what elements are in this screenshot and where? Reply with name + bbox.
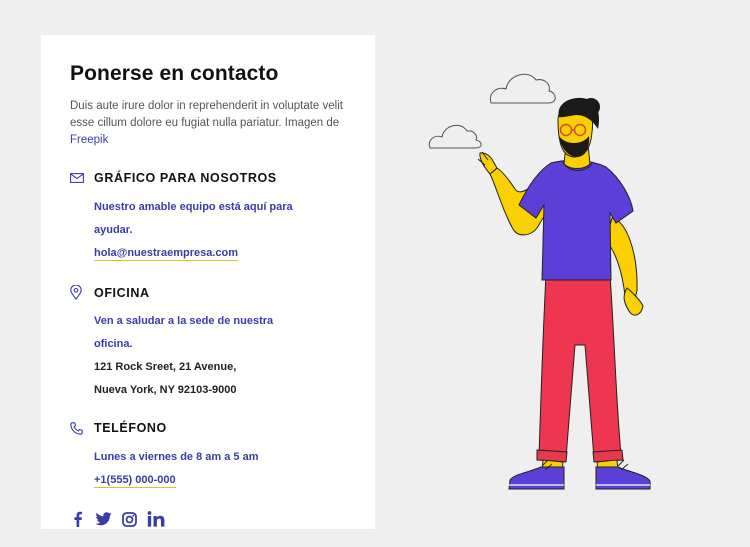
phone-icon <box>70 421 94 435</box>
twitter-icon[interactable] <box>95 512 112 526</box>
phone-section-header: TELÉFONO <box>70 421 167 435</box>
intro-paragraph: Duis aute irure dolor in reprehenderit i… <box>70 100 343 129</box>
facebook-icon[interactable] <box>71 511 85 527</box>
instagram-icon[interactable] <box>122 511 137 527</box>
graphic-line-2: ayudar. <box>94 224 133 236</box>
contact-card: Ponerse en contacto Duis aute irure dolo… <box>41 35 375 529</box>
phone-heading: TELÉFONO <box>94 421 167 435</box>
office-line-2: oficina. <box>94 338 133 350</box>
office-line-1: Ven a saludar a la sede de nuestra <box>94 315 274 327</box>
cloud-icon <box>428 73 556 149</box>
graphic-heading: GRÁFICO PARA NOSOTROS <box>94 171 277 185</box>
graphic-line-1: Nuestro amable equipo está aquí para <box>94 201 293 213</box>
phone-row: +1(555) 000-000 <box>94 474 354 488</box>
freepik-link[interactable]: Freepik <box>70 134 108 146</box>
address-line-2: Nueva York, NY 92103-9000 <box>94 384 237 396</box>
office-section-header: OFICINA <box>70 285 150 300</box>
person-illustration <box>420 60 670 505</box>
page-title: Ponerse en contacto <box>70 62 279 85</box>
graphic-section-header: GRÁFICO PARA NOSOTROS <box>70 171 277 185</box>
email-link[interactable]: hola@nuestraempresa.com <box>94 247 238 261</box>
address-line-1: 121 Rock Sreet, 21 Avenue, <box>94 361 237 373</box>
office-heading: OFICINA <box>94 285 150 300</box>
social-links <box>71 511 165 527</box>
intro-text: Duis aute irure dolor in reprehenderit i… <box>70 98 350 149</box>
linkedin-icon[interactable] <box>147 511 165 527</box>
phone-number-link[interactable]: +1(555) 000-000 <box>94 474 176 488</box>
email-row: hola@nuestraempresa.com <box>94 247 354 261</box>
phone-hours: Lunes a viernes de 8 am a 5 am <box>94 451 259 463</box>
location-pin-icon <box>70 285 94 300</box>
mail-icon <box>70 173 94 183</box>
